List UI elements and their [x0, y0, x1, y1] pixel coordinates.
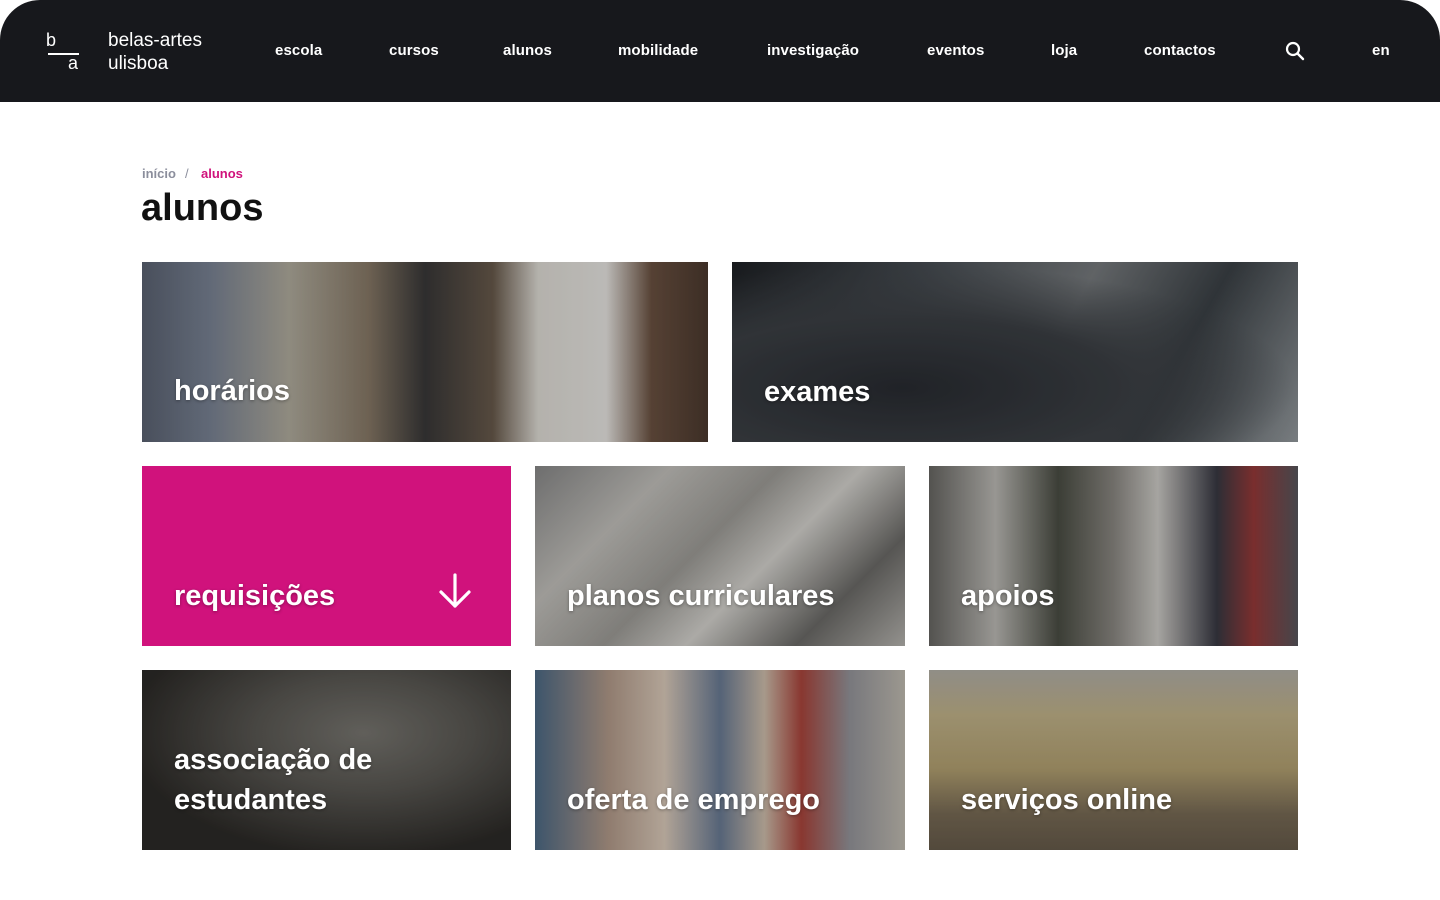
tile-shade	[929, 670, 1298, 850]
nav-escola[interactable]: escola	[275, 0, 322, 102]
tile-label: horários	[174, 375, 291, 407]
brand-line-2: ulisboa	[108, 53, 169, 74]
tile-shade	[535, 670, 905, 850]
tile-shade	[929, 466, 1298, 646]
nav-investigacao[interactable]: investigação	[767, 0, 859, 102]
tile-oferta-emprego[interactable]: oferta de emprego	[535, 670, 905, 850]
nav-contactos[interactable]: contactos	[1144, 0, 1216, 102]
tile-label: associação de estudantes	[174, 744, 373, 816]
tile-shade	[732, 262, 1298, 442]
arrow-down-icon	[439, 573, 471, 608]
page-title: alunos	[141, 187, 264, 229]
tile-apoios[interactable]: apoios	[929, 466, 1298, 646]
nav-cursos[interactable]: cursos	[389, 0, 439, 102]
breadcrumb-current: alunos	[201, 166, 243, 181]
logo-letter-b: b	[46, 30, 57, 50]
breadcrumb-home[interactable]: início	[142, 166, 176, 182]
logo-letter-a: a	[68, 53, 79, 73]
search-icon[interactable]	[1285, 41, 1305, 61]
tile-exames[interactable]: exames	[732, 262, 1298, 442]
nav-eventos[interactable]: eventos	[927, 0, 984, 102]
nav-mobilidade[interactable]: mobilidade	[618, 0, 698, 102]
site-header: b a belas-artes ulisboa escola cursos al…	[0, 0, 1440, 102]
logo-mark[interactable]: b a	[46, 30, 82, 74]
brand-name[interactable]: belas-artes ulisboa	[108, 29, 202, 75]
tile-servicos-online[interactable]: serviços online	[929, 670, 1298, 850]
tile-shade	[535, 466, 905, 646]
tile-requisicoes[interactable]: requisições	[142, 466, 511, 646]
tile-label: apoios	[961, 580, 1055, 612]
tile-label: oferta de emprego	[567, 784, 820, 816]
brand-line-1: belas-artes	[108, 30, 202, 51]
breadcrumb-separator: /	[185, 166, 189, 181]
tile-shade	[142, 262, 708, 442]
tile-horarios[interactable]: horários	[142, 262, 708, 442]
tile-label: serviços online	[961, 784, 1173, 816]
language-toggle[interactable]: en	[1372, 0, 1390, 102]
nav-loja[interactable]: loja	[1051, 0, 1077, 102]
tile-associacao-estudantes[interactable]: associação de estudantes	[142, 670, 511, 850]
tile-planos-curriculares[interactable]: planos curriculares	[535, 466, 905, 646]
tile-label: exames	[764, 376, 871, 408]
nav-alunos[interactable]: alunos	[503, 0, 552, 102]
tile-label: planos curriculares	[567, 580, 835, 612]
